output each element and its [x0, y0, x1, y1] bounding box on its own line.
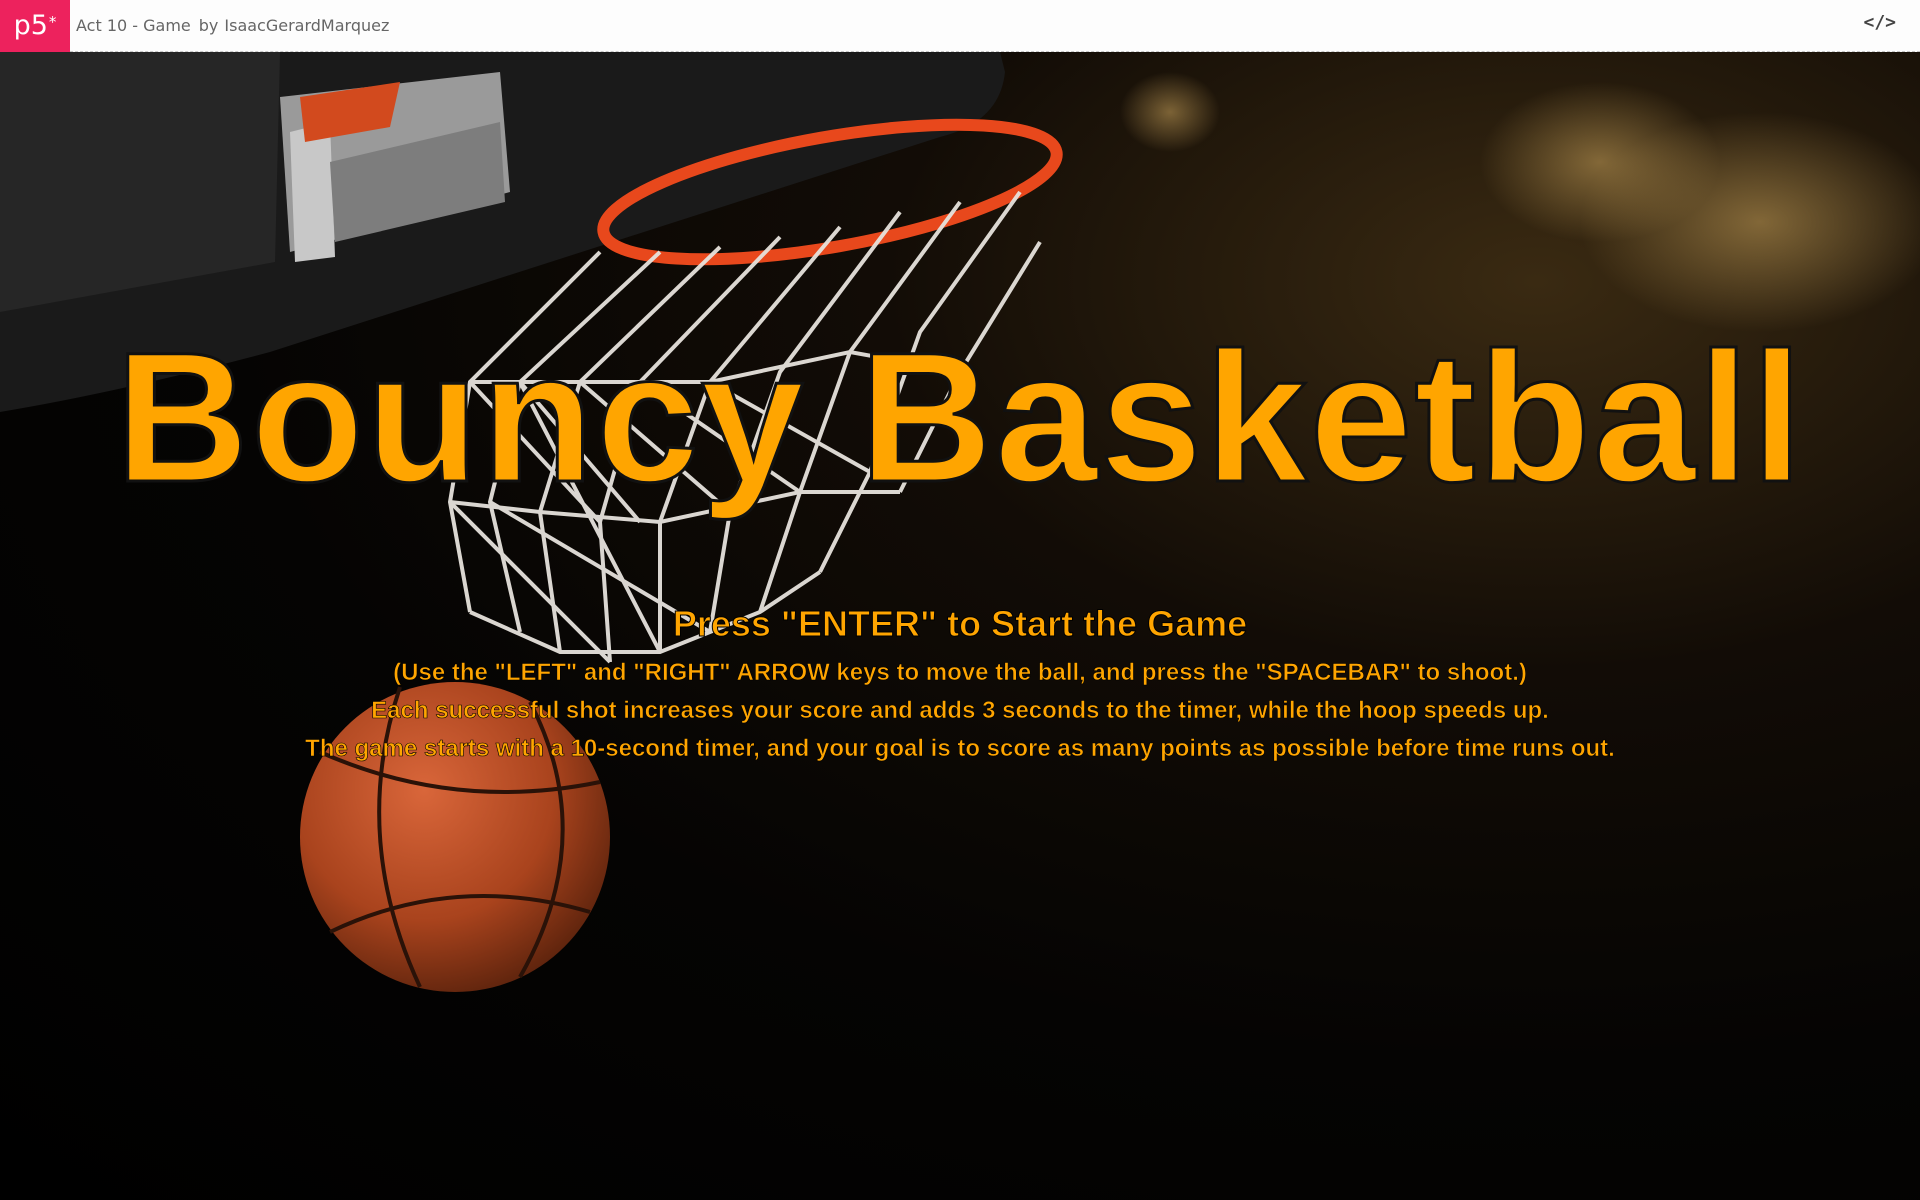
top-bar: p5 * Act 10 - Game by IsaacGerardMarquez …	[0, 0, 1920, 52]
instruction-line: The game starts with a 10-second timer, …	[305, 735, 1615, 763]
sketch-title[interactable]: Act 10 - Game	[76, 16, 191, 35]
game-canvas[interactable]: Bouncy Basketball Press "ENTER" to Start…	[0, 52, 1920, 1200]
start-prompt: Press "ENTER" to Start the Game	[672, 603, 1248, 645]
logo-text: p5	[13, 10, 48, 41]
instruction-line: (Use the "LEFT" and "RIGHT" ARROW keys t…	[393, 659, 1527, 687]
p5-logo[interactable]: p5 *	[0, 0, 70, 52]
author-link[interactable]: IsaacGerardMarquez	[224, 16, 389, 35]
stadium-light	[1480, 82, 1720, 242]
by-label: by	[198, 16, 219, 35]
code-brackets-icon[interactable]: </>	[1863, 12, 1896, 33]
instruction-line: Each successful shot increases your scor…	[371, 697, 1549, 725]
logo-asterisk: *	[48, 12, 57, 31]
game-title: Bouncy Basketball	[114, 315, 1805, 521]
stadium-light	[1120, 72, 1220, 152]
basketball	[300, 682, 610, 992]
